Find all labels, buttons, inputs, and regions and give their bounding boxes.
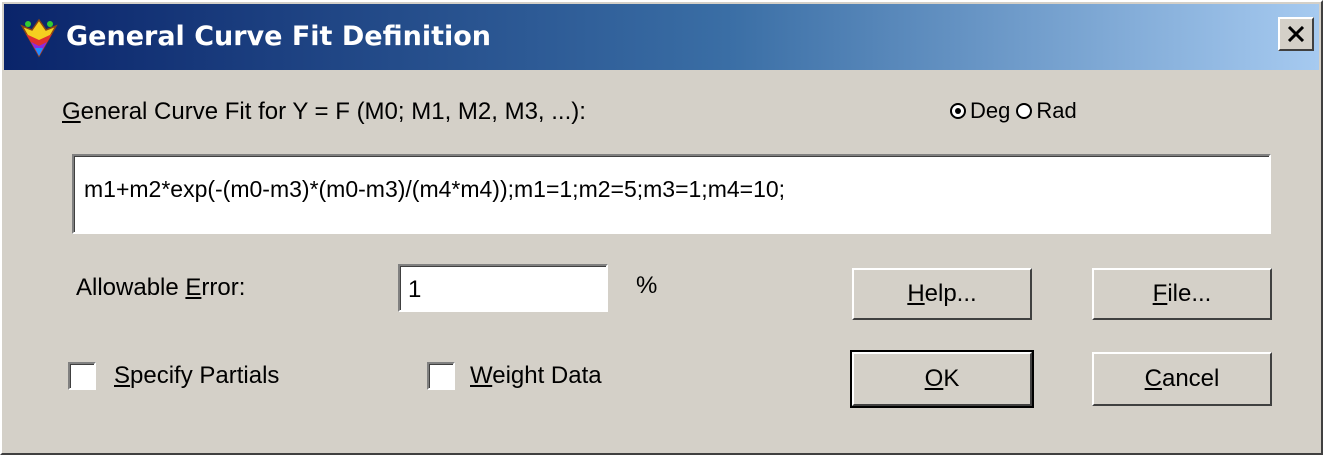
specify-partials-text: pecify Partials [130, 362, 280, 389]
allowable-error-label-post: rror: [201, 274, 246, 301]
radio-deg-label: Deg [970, 98, 1011, 123]
specify-partials-checkbox[interactable] [68, 362, 96, 390]
formula-label-text: eneral Curve Fit for Y = F (M0; M1, M2, … [80, 98, 586, 125]
file-mnemonic: F [1152, 280, 1168, 307]
formula-label-mnemonic: G [62, 98, 81, 125]
formula-label: General Curve Fit for Y = F (M0; M1, M2,… [62, 98, 586, 126]
app-logo-icon [20, 18, 58, 58]
allowable-error-value: 1 [408, 276, 422, 303]
cancel-button[interactable]: Cancel [1092, 352, 1272, 406]
close-icon [1287, 26, 1305, 42]
allowable-error-label: Allowable Error: [76, 274, 245, 302]
formula-input[interactable]: m1+m2*exp(-(m0-m3)*(m0-m3)/(m4*m4));m1=1… [72, 154, 1271, 234]
specify-partials-mnemonic: S [114, 362, 131, 389]
angle-unit-group: Deg Rad [950, 98, 1083, 124]
radio-deg[interactable]: Deg [950, 98, 1010, 124]
radio-deg-indicator[interactable] [950, 103, 966, 119]
cancel-mnemonic: C [1144, 365, 1162, 392]
dialog-window: General Curve Fit Definition General Cur… [0, 0, 1323, 455]
allowable-error-input[interactable]: 1 [398, 264, 608, 312]
file-label: ile... [1167, 280, 1212, 307]
allowable-error-label-pre: Allowable [76, 274, 186, 301]
help-label: elp... [924, 280, 977, 307]
weight-data-mnemonic: W [470, 362, 493, 389]
window-title: General Curve Fit Definition [66, 21, 492, 52]
file-button[interactable]: File... [1092, 268, 1272, 320]
weight-data-checkbox[interactable] [427, 362, 455, 390]
cancel-label: ancel [1161, 365, 1220, 392]
percent-unit-label: % [636, 272, 658, 299]
specify-partials-label[interactable]: Specify Partials [114, 362, 279, 390]
allowable-error-mnemonic: E [185, 274, 202, 301]
ok-mnemonic: O [924, 365, 944, 392]
close-button[interactable] [1278, 17, 1314, 51]
formula-value: m1+m2*exp(-(m0-m3)*(m0-m3)/(m4*m4));m1=1… [84, 176, 786, 202]
help-mnemonic: H [907, 280, 925, 307]
weight-data-label[interactable]: Weight Data [470, 362, 602, 390]
ok-button[interactable]: OK [850, 350, 1034, 408]
weight-data-text: eight Data [492, 362, 602, 389]
radio-rad[interactable]: Rad [1016, 98, 1077, 124]
help-button[interactable]: Help... [852, 268, 1032, 320]
radio-rad-indicator[interactable] [1016, 103, 1033, 119]
radio-rad-label: Rad [1036, 98, 1077, 123]
title-bar[interactable]: General Curve Fit Definition [4, 4, 1319, 70]
ok-label: K [943, 365, 960, 392]
